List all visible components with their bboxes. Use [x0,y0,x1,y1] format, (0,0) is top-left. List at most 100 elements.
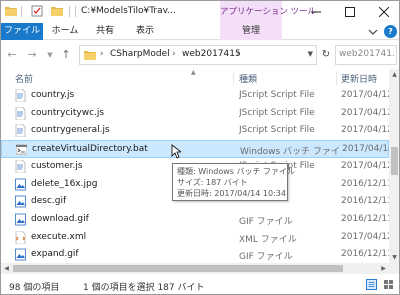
forward-arrow-icon[interactable]: → [25,48,39,62]
file-name: download.gif [31,213,89,224]
xml-file-icon [15,230,26,244]
toolbar-separator [69,6,70,17]
column-type-header[interactable]: 種類 [239,72,257,85]
tab-manage[interactable]: 管理 [220,23,282,40]
tooltip-size: サイズ: 187 バイト [177,178,248,187]
file-date: 2017/04/14 [342,144,389,155]
file-name: expand.gif [31,249,79,260]
file-name: countrygeneral.js [31,125,110,136]
bat-file-icon [16,144,27,155]
tab-home[interactable]: ホーム [49,23,81,40]
application-tools-tab: アプリケーション ツール [220,1,316,23]
recent-locations-chevron-icon[interactable]: ▼ [43,48,57,62]
scroll-left-arrow-icon[interactable]: ◀ [1,263,12,274]
column-name-header[interactable]: 名前 [15,72,33,85]
maximize-icon [345,7,355,17]
image-file-icon [15,195,26,208]
file-type: JScript Script File [239,125,315,136]
scroll-right-arrow-icon[interactable]: ▶ [378,263,389,274]
item-count: 98 個の項目 [9,283,60,293]
horizontal-scrollbar[interactable]: ◀ ▶ [1,263,389,274]
search-input[interactable]: web201741... [335,45,397,65]
scroll-up-arrow-icon[interactable]: ▲ [389,69,399,80]
properties-check-icon[interactable] [31,5,43,17]
breadcrumb-csharpmodel[interactable]: CSharpModel [110,49,170,59]
file-date: 2017/04/12 [341,125,389,136]
breadcrumb-separator[interactable]: › [100,49,104,59]
tab-share[interactable]: 共有 [89,23,121,40]
file-type: JScript Script File [239,90,315,100]
help-icon[interactable]: ? [384,25,397,38]
file-row[interactable]: expand.gif GIF ファイル 2016/12/11 [1,246,389,263]
js-file-icon [15,106,26,120]
large-icons-view-icon[interactable] [383,279,394,290]
file-type: Windows バッチ ファイル [240,147,340,158]
back-arrow-icon[interactable]: ← [5,48,19,62]
folder-icon[interactable] [5,5,17,17]
address-box[interactable]: › CSharpModel › web2017415 › ▼ [79,45,317,65]
close-button[interactable] [367,1,399,23]
file-info-tooltip: 種類: Windows バッチ ファイル サイズ: 187 バイト 更新日時: … [172,163,295,201]
breadcrumb-separator[interactable]: › [172,49,176,59]
file-row[interactable]: country.js JScript Script File 2017/04/12 [1,87,389,105]
scrollbar-corner [389,263,399,274]
file-date: 2016/12/11 [341,178,389,189]
file-date: 2017/04/12 [341,107,389,118]
image-file-icon [15,248,26,261]
file-name: execute.xml [31,231,87,242]
vertical-scrollbar[interactable]: ▲ ▼ [389,69,399,263]
tooltip-type: 種類: Windows バッチ ファイル [177,167,296,176]
close-icon [379,7,389,17]
file-row[interactable]: createVirtualDirectory.bat Windows バッチ ファ… [1,140,389,158]
status-bar: 98 個の項目 1 個の項目を選択 187 バイト [1,274,399,294]
column-divider[interactable] [233,71,234,85]
file-name: countrycitywc.js [31,107,105,118]
file-type: JScript Script File [239,107,315,118]
mouse-cursor-icon [171,144,181,159]
file-row[interactable]: execute.xml XML ファイル 2017/04/12 [1,229,389,247]
address-dropdown-icon[interactable]: ▼ [308,50,313,58]
file-name: createVirtualDirectory.bat [32,144,148,155]
file-date: 2016/12/11 [341,196,389,207]
toolbar-separator [75,6,76,17]
vertical-scroll-thumb[interactable] [391,147,398,175]
toolbar-separator [21,6,22,17]
horizontal-scroll-thumb[interactable] [13,265,343,272]
new-folder-icon[interactable] [51,5,63,17]
file-name: country.js [31,90,75,100]
explorer-window: C:¥ModelsTilo¥Trav... アプリケーション ツール ファイル … [0,0,400,295]
ribbon-tab-bar: ファイル ホーム 共有 表示 管理 ? [1,23,399,40]
folder-icon [84,51,96,60]
column-date-header[interactable]: 更新日時 [341,72,377,85]
file-date: 2017/04/12 [341,160,389,171]
js-file-icon [15,159,26,173]
tab-file[interactable]: ファイル [1,23,43,40]
image-file-icon [15,178,26,190]
column-header: ▲ 名前 種類 更新日時 [1,69,389,87]
file-type: GIF ファイル [239,252,293,263]
window-title: C:¥ModelsTilo¥Trav... [81,6,176,16]
file-date: 2016/12/11 [341,249,389,260]
up-arrow-icon[interactable]: ↑ [59,48,73,62]
column-divider[interactable] [336,71,337,85]
js-file-icon [15,124,26,138]
file-row[interactable]: download.gif GIF ファイル 2016/12/11 [1,211,389,229]
refresh-icon[interactable]: ↻ [319,45,333,65]
details-view-icon[interactable] [366,279,377,290]
tooltip-date: 更新日時: 2017/04/14 10:34 [177,189,286,198]
file-date: 2017/04/12 [341,90,389,100]
scroll-down-arrow-icon[interactable]: ▼ [389,252,399,263]
sort-ascending-icon: ▲ [191,69,196,76]
breadcrumb-web2017415[interactable]: web2017415 [182,49,241,59]
expand-ribbon-icon[interactable] [367,26,379,37]
file-row[interactable]: countrycitywc.js JScript Script File 2017/… [1,105,389,123]
search-input-text: web201741... [339,49,395,59]
maximize-button[interactable] [333,1,367,23]
breadcrumb-separator[interactable]: › [236,49,240,59]
minimize-button[interactable] [299,1,333,23]
tab-view[interactable]: 表示 [129,23,161,40]
address-bar-row: ← → ▼ ↑ › CSharpModel › web2017415 › ▼ ↻… [1,41,399,69]
file-row[interactable]: countrygeneral.js JScript Script File 2017… [1,122,389,140]
file-type: XML ファイル [239,234,297,245]
title-bar: C:¥ModelsTilo¥Trav... アプリケーション ツール [1,1,399,23]
